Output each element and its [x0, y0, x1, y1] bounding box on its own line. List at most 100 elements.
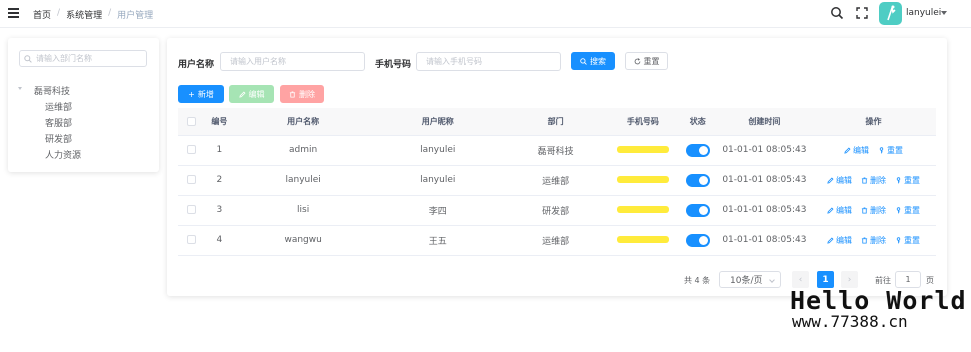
breadcrumb: 首页 / 系统管理 / 用户管理	[33, 8, 154, 21]
cell-actions: 编辑 删除 重置	[811, 165, 936, 196]
row-edit-link[interactable]: 编辑	[827, 205, 852, 216]
cell-status	[677, 135, 718, 166]
delete-icon	[289, 90, 296, 98]
search-icon	[580, 57, 587, 65]
row-select-cell	[178, 135, 205, 166]
username-placeholder: 请输入用户名称	[230, 57, 286, 66]
user-table: 编号 用户名称 用户昵称 部门 手机号码 状态 创建时间 操作 1 admin …	[178, 108, 936, 256]
status-switch[interactable]	[685, 203, 710, 217]
search-icon	[24, 54, 32, 63]
watermark-url: www.77388.cn	[792, 312, 908, 331]
row-delete-label: 删除	[870, 235, 887, 245]
reset-button[interactable]: 重置	[625, 52, 668, 70]
username[interactable]: lanyulei	[906, 8, 941, 18]
cell-phone	[608, 135, 678, 166]
phone-placeholder: 请输入手机号码	[426, 57, 482, 66]
goto-label: 前往	[875, 276, 891, 285]
edit-icon	[827, 206, 834, 214]
avatar[interactable]	[879, 2, 902, 25]
dept-search-input[interactable]: 请输入部门名称	[19, 50, 147, 67]
phone-input[interactable]: 请输入手机号码	[416, 52, 561, 71]
key-icon	[896, 236, 901, 243]
status-switch[interactable]	[685, 173, 710, 187]
row-delete-link[interactable]: 删除	[861, 175, 886, 186]
expand-arrow-icon[interactable]	[18, 87, 22, 90]
dept-search-placeholder: 请输入部门名称	[36, 54, 92, 63]
col-actions: 操作	[811, 108, 936, 136]
cell-actions: 编辑 删除 重置	[811, 195, 936, 226]
row-reset-link[interactable]: 重置	[895, 235, 920, 246]
page-size-select[interactable]: 10条/页	[719, 271, 781, 288]
edit-button[interactable]: 编辑	[229, 85, 274, 103]
row-edit-link[interactable]: 编辑	[844, 145, 869, 156]
row-checkbox[interactable]	[186, 145, 196, 154]
cell-actions: 编辑 删除 重置	[811, 225, 936, 256]
pagination-total: 共 4 条	[684, 276, 711, 285]
cell-dept: 研发部	[503, 195, 609, 226]
col-dept: 部门	[503, 108, 609, 136]
delete-button-label: 删除	[299, 89, 315, 99]
page-unit-label: 页	[926, 276, 934, 285]
cell-created: 01-01-01 08:05:43	[717, 135, 812, 166]
status-switch[interactable]	[685, 233, 710, 247]
row-edit-link[interactable]: 编辑	[827, 175, 852, 186]
row-select-cell	[178, 195, 205, 226]
delete-button[interactable]: 删除	[280, 85, 324, 103]
row-reset-link[interactable]: 重置	[878, 145, 903, 156]
add-button[interactable]: + 新增	[178, 85, 224, 103]
status-switch[interactable]	[685, 143, 710, 157]
row-checkbox[interactable]	[186, 175, 196, 184]
hamburger-icon[interactable]	[8, 8, 19, 18]
tree-node-root[interactable]: 磊哥科技	[34, 84, 70, 97]
row-delete-link[interactable]: 删除	[861, 205, 886, 216]
edit-icon	[844, 146, 851, 154]
watermark-title: Hello World	[790, 286, 967, 315]
key-icon	[896, 176, 901, 183]
redacted-phone	[616, 206, 669, 213]
row-checkbox[interactable]	[186, 205, 196, 214]
tree-node-service[interactable]: 客服部	[45, 116, 72, 129]
redacted-phone	[616, 236, 669, 243]
tree-node-hr[interactable]: 人力资源	[45, 148, 81, 161]
chevron-down-icon	[769, 277, 775, 283]
col-status: 状态	[677, 108, 718, 136]
refresh-icon	[634, 57, 640, 64]
row-edit-link[interactable]: 编辑	[827, 235, 852, 246]
cell-created: 01-01-01 08:05:43	[717, 165, 812, 196]
cell-dept: 磊哥科技	[503, 135, 609, 166]
cell-phone	[608, 195, 678, 226]
cell-nickname: lanyulei	[372, 135, 504, 166]
reset-button-label: 重置	[643, 56, 660, 66]
col-phone: 手机号码	[608, 108, 678, 136]
col-nickname: 用户昵称	[372, 108, 504, 136]
search-button-label: 搜索	[590, 56, 606, 66]
username-input[interactable]: 请输入用户名称	[220, 52, 365, 71]
cell-dept: 运维部	[503, 165, 609, 196]
tree-node-rd[interactable]: 研发部	[45, 132, 72, 145]
search-button[interactable]: 搜索	[571, 52, 615, 70]
row-reset-link[interactable]: 重置	[895, 175, 920, 186]
cell-nickname: 李四	[372, 195, 504, 226]
cell-username: lisi	[234, 195, 373, 226]
table-row: 1 admin lanyulei 磊哥科技 01-01-01 08:05:43 …	[178, 135, 936, 166]
key-icon	[879, 146, 884, 153]
plus-icon: +	[188, 89, 195, 99]
breadcrumb-system[interactable]: 系统管理	[66, 8, 102, 21]
search-icon[interactable]	[830, 6, 844, 20]
cell-dept: 运维部	[503, 225, 609, 256]
select-all-checkbox[interactable]	[186, 116, 196, 126]
fullscreen-icon[interactable]	[855, 6, 869, 20]
row-reset-link[interactable]: 重置	[895, 205, 920, 216]
key-icon	[896, 206, 901, 213]
breadcrumb-home[interactable]: 首页	[33, 8, 51, 21]
delete-icon	[861, 206, 868, 214]
row-checkbox[interactable]	[186, 235, 196, 244]
tree-node-ops[interactable]: 运维部	[45, 100, 72, 113]
caret-down-icon[interactable]	[941, 11, 947, 15]
col-created: 创建时间	[717, 108, 812, 136]
cell-id: 4	[204, 225, 235, 256]
username-label: 用户名称	[178, 60, 215, 70]
col-id: 编号	[204, 108, 235, 136]
row-delete-link[interactable]: 删除	[861, 235, 886, 246]
cell-phone	[608, 165, 678, 196]
